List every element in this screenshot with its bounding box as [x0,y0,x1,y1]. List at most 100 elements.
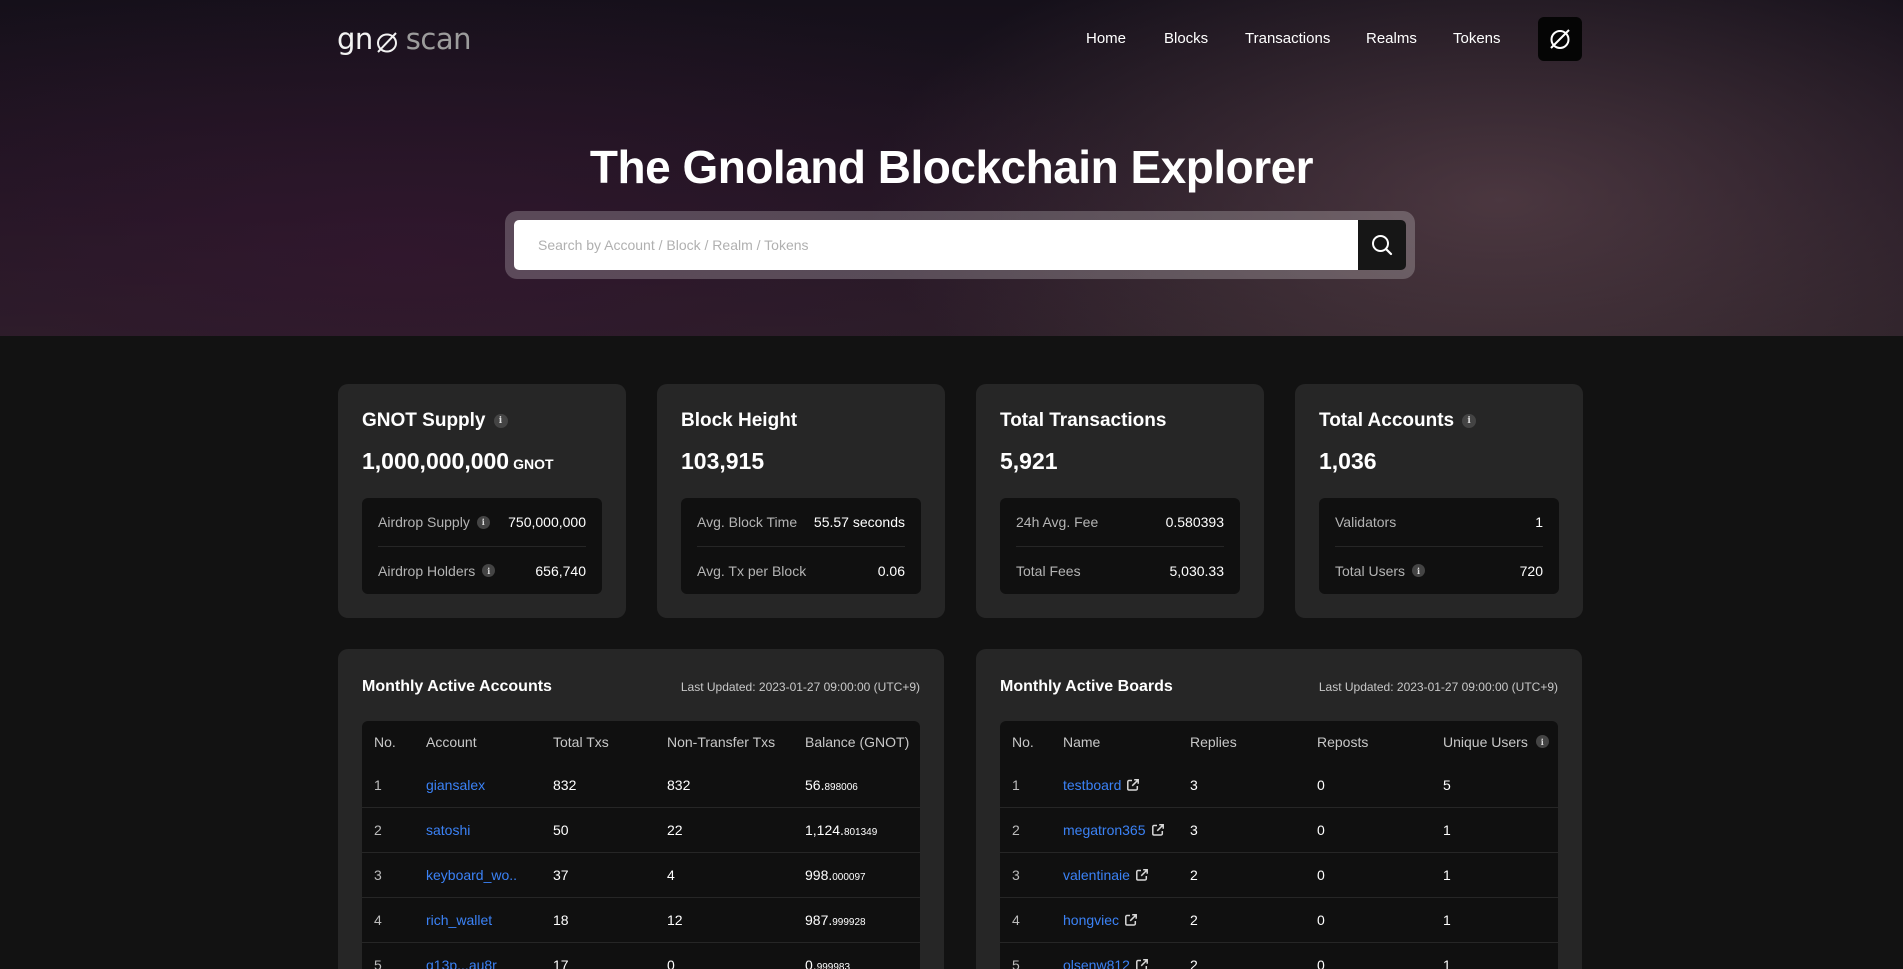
table-row: 3 valentinaie 2 0 1 [1000,852,1558,897]
row-number: 2 [374,822,382,838]
column-header: Replies [1190,733,1237,750]
stat-details: Validators 1 Total Users i 720 [1319,498,1559,594]
unique-users: 1 [1443,912,1451,928]
balance-integer: 1,124. [805,822,844,838]
search-bar [505,211,1415,279]
stat-value: 1,036 [1319,448,1559,476]
search-icon [1372,235,1393,256]
account-link[interactable]: giansalex [414,777,541,793]
monthly-active-boards-panel: Monthly Active Boards Last Updated: 2023… [976,649,1582,969]
non-transfer-txs: 4 [667,867,675,883]
stat-card-total-transactions: Total Transactions 5,921 24h Avg. Fee 0.… [976,384,1264,618]
board-link[interactable]: megatron365 [1063,822,1146,838]
search-button[interactable] [1358,220,1406,270]
table-row: 1 giansalex 832 832 56.898006 [362,762,920,807]
info-icon[interactable]: i [482,564,496,577]
balance-decimal: 801349 [843,827,878,838]
balance-integer: 998. [805,867,833,883]
accounts-table: No. Account Total Txs Non-Transfer Txs B… [362,721,920,969]
external-link-icon [1135,869,1148,881]
account-link[interactable]: g13p...au8r [414,957,541,969]
info-icon[interactable]: i [476,515,490,529]
column-header: No. [374,733,396,750]
detail-label: Airdrop Holders [378,562,476,579]
replies: 3 [1190,822,1198,838]
reposts: 0 [1317,776,1325,793]
non-transfer-txs: 22 [667,822,683,838]
account-link[interactable]: satoshi [414,822,541,838]
reposts: 0 [1317,822,1325,838]
search-input[interactable] [514,220,1358,270]
column-header: Name [1063,733,1101,750]
board-name-cell: valentinaie [1051,867,1178,883]
column-header: Unique Users [1443,733,1528,750]
stat-label: Total Accounts i [1319,410,1559,432]
board-name-cell: testboard [1051,777,1178,793]
panel-title: Monthly Active Boards [1000,678,1173,695]
panel-title: Monthly Active Accounts [362,678,552,695]
info-icon[interactable]: i [1462,414,1477,428]
non-transfer-txs: 832 [667,776,691,793]
detail-label: Avg. Tx per Block [697,562,807,579]
network-toggle-button[interactable] [1538,17,1582,61]
unique-users: 1 [1443,822,1451,838]
row-number: 3 [374,867,382,883]
stat-value: 103,915 [681,448,921,476]
row-number: 1 [374,776,382,793]
total-txs: 832 [553,776,577,793]
stat-unit: GNOT [513,456,554,472]
table-row: 2 megatron365 3 0 1 [1000,807,1558,852]
nav-tokens[interactable]: Tokens [1453,28,1501,50]
total-txs: 18 [553,912,569,928]
balance-decimal: 000097 [832,872,866,883]
stat-card-gnot-supply: GNOT Supply i 1,000,000,000 GNOT Airdrop… [338,384,626,618]
logo-text-gn: gn [337,22,373,56]
stat-detail-row: Total Users i 720 [1335,546,1543,594]
balance: 998.000097 [793,867,866,883]
detail-value: 5,030.33 [1169,562,1225,579]
table-header: No. Account Total Txs Non-Transfer Txs B… [362,721,920,762]
non-transfer-txs: 12 [667,912,683,928]
reposts: 0 [1317,912,1325,928]
account-link[interactable]: keyboard_wo.. [414,867,541,883]
stat-detail-row: Airdrop Holders i 656,740 [378,546,586,594]
stat-label-text: Block Height [681,410,798,431]
board-link[interactable]: valentinaie [1063,867,1130,883]
account-link[interactable]: rich_wallet [414,912,541,928]
detail-value: 0.580393 [1165,514,1224,530]
stat-value-text: 1,036 [1319,448,1377,474]
external-link-icon [1127,778,1140,791]
balance: 1,124.801349 [793,822,877,838]
board-name-cell: olsenw812 [1051,957,1178,969]
nav-transactions[interactable]: Transactions [1245,28,1330,50]
detail-value: 750,000,000 [508,514,586,530]
info-icon[interactable]: i [1535,735,1549,748]
detail-label: Total Fees [1016,562,1081,579]
table-row: 1 testboard 3 0 5 [1000,762,1558,807]
balance: 987.999928 [793,912,866,928]
stat-label-text: GNOT Supply [362,410,486,431]
info-icon[interactable]: i [493,414,508,428]
total-txs: 50 [553,822,569,838]
detail-value: 1 [1535,514,1543,530]
stat-details: Airdrop Supply i 750,000,000 Airdrop Hold… [362,498,602,594]
board-name-cell: megatron365 [1051,822,1178,838]
detail-value: 55.57 seconds [813,514,905,530]
board-link[interactable]: olsenw812 [1063,957,1130,969]
replies: 2 [1190,867,1198,883]
nav-blocks[interactable]: Blocks [1164,28,1208,50]
stat-value-text: 5,921 [1000,448,1058,474]
board-link[interactable]: hongviec [1063,912,1119,928]
board-link[interactable]: testboard [1063,777,1121,793]
unique-users: 5 [1443,776,1451,793]
gno-o-icon [375,27,399,53]
row-number: 3 [1012,867,1020,883]
balance-integer: 56. [805,776,825,793]
last-updated: Last Updated: 2023-01-27 09:00:00 (UTC+9… [1318,680,1558,694]
balance: 56.898006 [793,777,858,793]
gnoscan-logo[interactable]: gn scan [337,22,472,56]
nav-realms[interactable]: Realms [1366,28,1417,50]
table-row: 5 g13p...au8r 17 0 0.999983 [362,942,920,969]
nav-home[interactable]: Home [1086,28,1126,50]
info-icon[interactable]: i [1412,564,1426,577]
